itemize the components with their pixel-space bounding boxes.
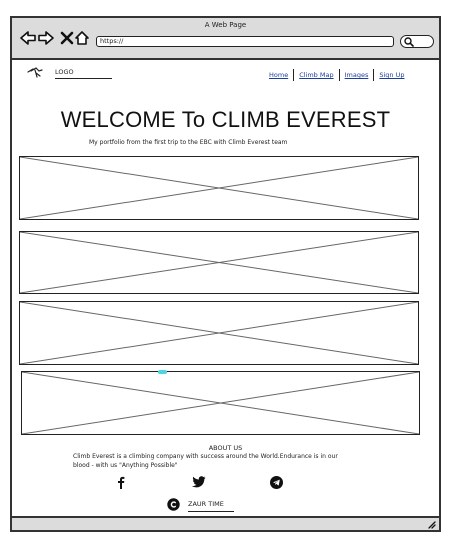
image-placeholder-4: [21, 371, 420, 435]
image-placeholder-3: [19, 301, 419, 365]
about-title: ABOUT US: [208, 444, 243, 452]
nav-link-home[interactable]: Home: [264, 70, 293, 81]
cursor-marker: [158, 370, 167, 374]
home-icon[interactable]: [74, 30, 90, 46]
nav-link-climb-map[interactable]: Climb Map: [294, 70, 338, 81]
twitter-icon[interactable]: [192, 476, 206, 488]
forward-arrow-icon[interactable]: [38, 30, 54, 46]
page-subtitle: My portfolio from the first trip to the …: [89, 139, 288, 146]
image-placeholder-1: [19, 156, 419, 220]
nav-link-sign-up[interactable]: Sign Up: [374, 70, 409, 81]
browser-titlebar: A Web Page https://: [12, 18, 439, 60]
logo-text: LOGO: [55, 68, 112, 79]
search-field[interactable]: [400, 35, 434, 48]
resize-handle-icon[interactable]: [427, 520, 436, 529]
browser-window: A Web Page https:// LOGO Home Climb Map …: [10, 16, 441, 532]
copyright-icon: [167, 498, 180, 511]
logo-icon: [27, 67, 43, 78]
telegram-icon[interactable]: [270, 476, 283, 489]
close-icon[interactable]: [59, 30, 75, 46]
image-placeholder-2: [19, 231, 419, 294]
browser-statusbar: [12, 516, 439, 530]
window-title: A Web Page: [204, 21, 247, 29]
search-icon: [404, 37, 414, 47]
back-arrow-icon[interactable]: [20, 30, 36, 46]
author-name: ZAUR TIME: [188, 500, 234, 512]
facebook-icon[interactable]: [115, 476, 127, 489]
page-headline: WELCOME To CLIMB EVEREST: [60, 107, 391, 132]
main-nav: Home Climb Map Images Sign Up: [264, 69, 410, 81]
about-text: Climb Everest is a climbing company with…: [73, 453, 338, 469]
nav-link-images[interactable]: Images: [340, 70, 374, 81]
url-field[interactable]: https://: [96, 36, 394, 47]
